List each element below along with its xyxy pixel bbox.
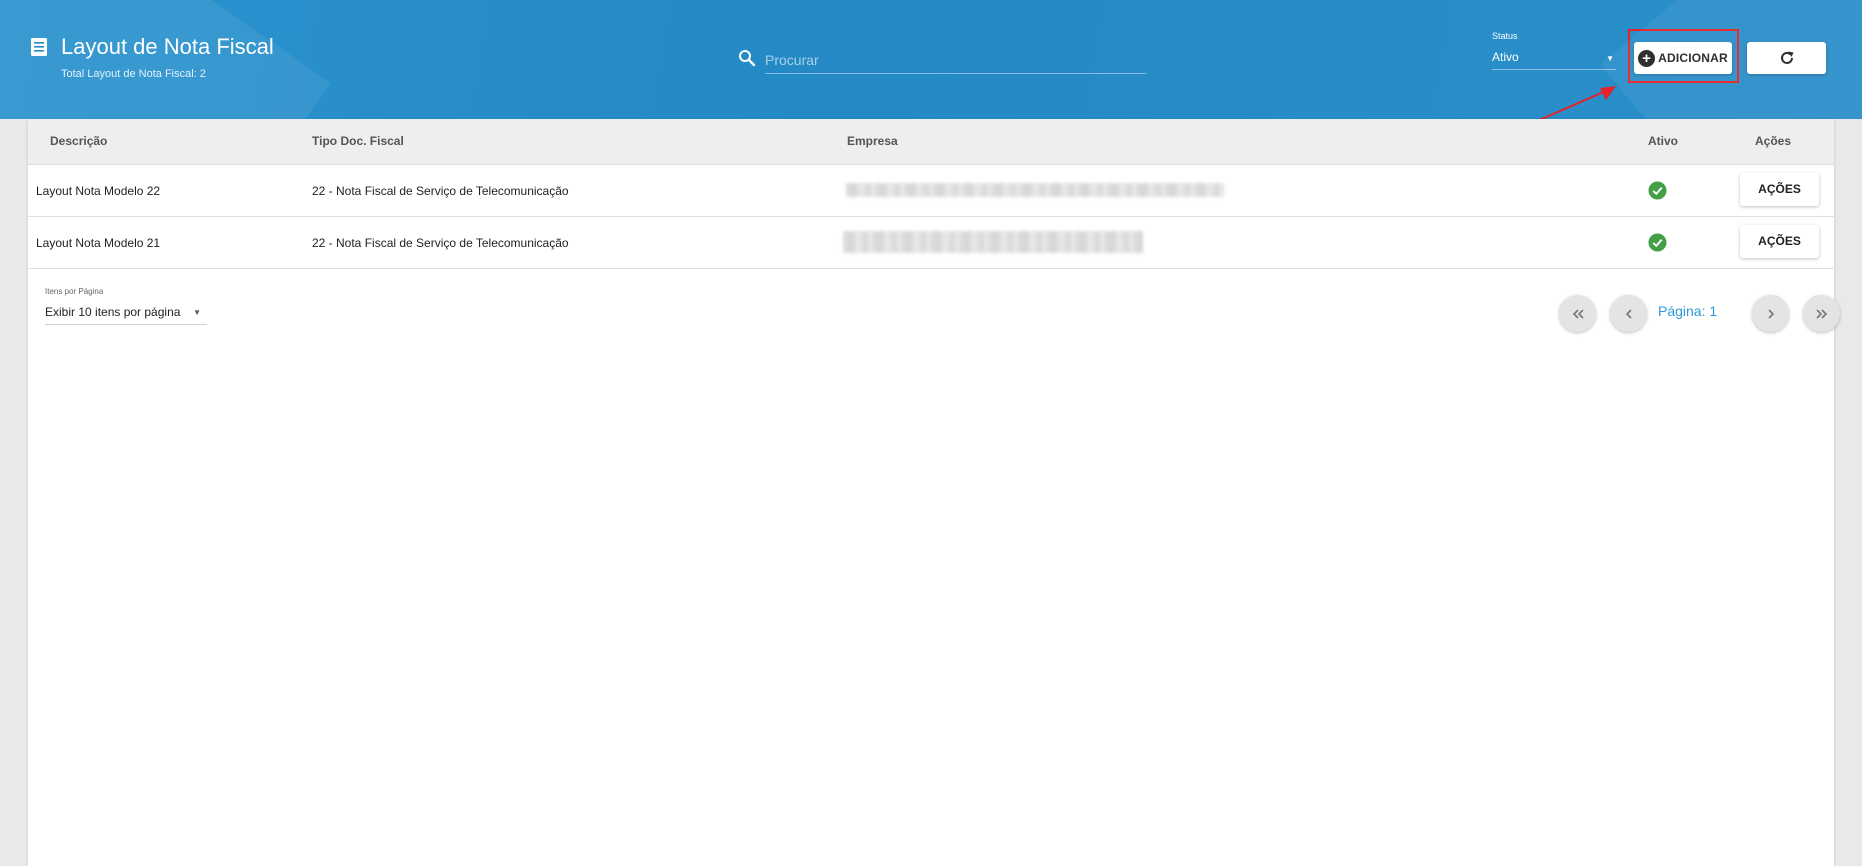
table-row[interactable]: Layout Nota Modelo 22 22 - Nota Fiscal d… bbox=[28, 165, 1834, 217]
table-header: Descrição Tipo Doc. Fiscal Empresa Ativo… bbox=[28, 119, 1834, 165]
double-chevron-left-icon bbox=[1572, 308, 1584, 319]
search-input[interactable] bbox=[765, 46, 1146, 74]
row-descricao: Layout Nota Modelo 22 bbox=[36, 184, 161, 198]
add-button-label: ADICIONAR bbox=[1658, 51, 1728, 65]
caret-down-icon: ▼ bbox=[193, 308, 201, 317]
last-page-button[interactable] bbox=[1803, 295, 1840, 332]
highlight-box bbox=[1628, 29, 1739, 83]
column-descricao[interactable]: Descrição bbox=[50, 134, 107, 148]
chevron-left-icon bbox=[1625, 308, 1632, 319]
double-chevron-right-icon bbox=[1815, 308, 1827, 319]
add-button[interactable]: + ADICIONAR bbox=[1634, 42, 1732, 74]
row-tipo: 22 - Nota Fiscal de Serviço de Telecomun… bbox=[312, 236, 569, 250]
check-circle-icon bbox=[1648, 233, 1667, 252]
first-page-button[interactable] bbox=[1559, 295, 1596, 332]
items-per-page-label: Itens por Página bbox=[45, 287, 104, 296]
refresh-icon bbox=[1780, 51, 1793, 64]
column-tipo-doc-fiscal[interactable]: Tipo Doc. Fiscal bbox=[312, 134, 404, 148]
status-label: Status bbox=[1492, 31, 1518, 41]
row-descricao: Layout Nota Modelo 21 bbox=[36, 236, 161, 250]
acoes-button[interactable]: AÇÕES bbox=[1740, 225, 1819, 258]
status-select[interactable]: Ativo ▼ bbox=[1492, 50, 1616, 70]
chevron-right-icon bbox=[1767, 308, 1774, 319]
refresh-button[interactable] bbox=[1747, 42, 1826, 74]
status-filter[interactable]: Status Ativo ▼ bbox=[1492, 30, 1618, 70]
redacted-empresa bbox=[843, 231, 1143, 253]
document-list-icon bbox=[31, 38, 47, 56]
next-page-button[interactable] bbox=[1752, 295, 1789, 332]
column-acoes: Ações bbox=[1755, 134, 1792, 148]
page-title: Layout de Nota Fiscal bbox=[61, 34, 274, 59]
caret-down-icon: ▼ bbox=[1606, 54, 1614, 63]
row-tipo: 22 - Nota Fiscal de Serviço de Telecomun… bbox=[312, 184, 569, 198]
table-row[interactable]: Layout Nota Modelo 21 22 - Nota Fiscal d… bbox=[28, 217, 1834, 269]
search-bar bbox=[738, 46, 1148, 76]
acoes-button[interactable]: AÇÕES bbox=[1740, 173, 1819, 206]
items-per-page-select[interactable]: Exibir 10 itens por página ▼ bbox=[45, 305, 207, 325]
prev-page-button[interactable] bbox=[1610, 295, 1647, 332]
column-ativo: Ativo bbox=[1648, 134, 1678, 148]
items-per-page-value: Exibir 10 itens por página bbox=[45, 305, 181, 319]
redacted-empresa bbox=[846, 183, 1224, 197]
check-circle-icon bbox=[1648, 181, 1667, 200]
status-value: Ativo bbox=[1492, 50, 1519, 64]
column-empresa[interactable]: Empresa bbox=[847, 134, 898, 148]
page-subtitle: Total Layout de Nota Fiscal: 2 bbox=[61, 68, 206, 80]
table-card: Descrição Tipo Doc. Fiscal Empresa Ativo… bbox=[28, 119, 1840, 866]
page-indicator: Página: 1 bbox=[1658, 303, 1718, 319]
search-icon bbox=[739, 50, 756, 67]
plus-circle-icon: + bbox=[1638, 49, 1656, 67]
